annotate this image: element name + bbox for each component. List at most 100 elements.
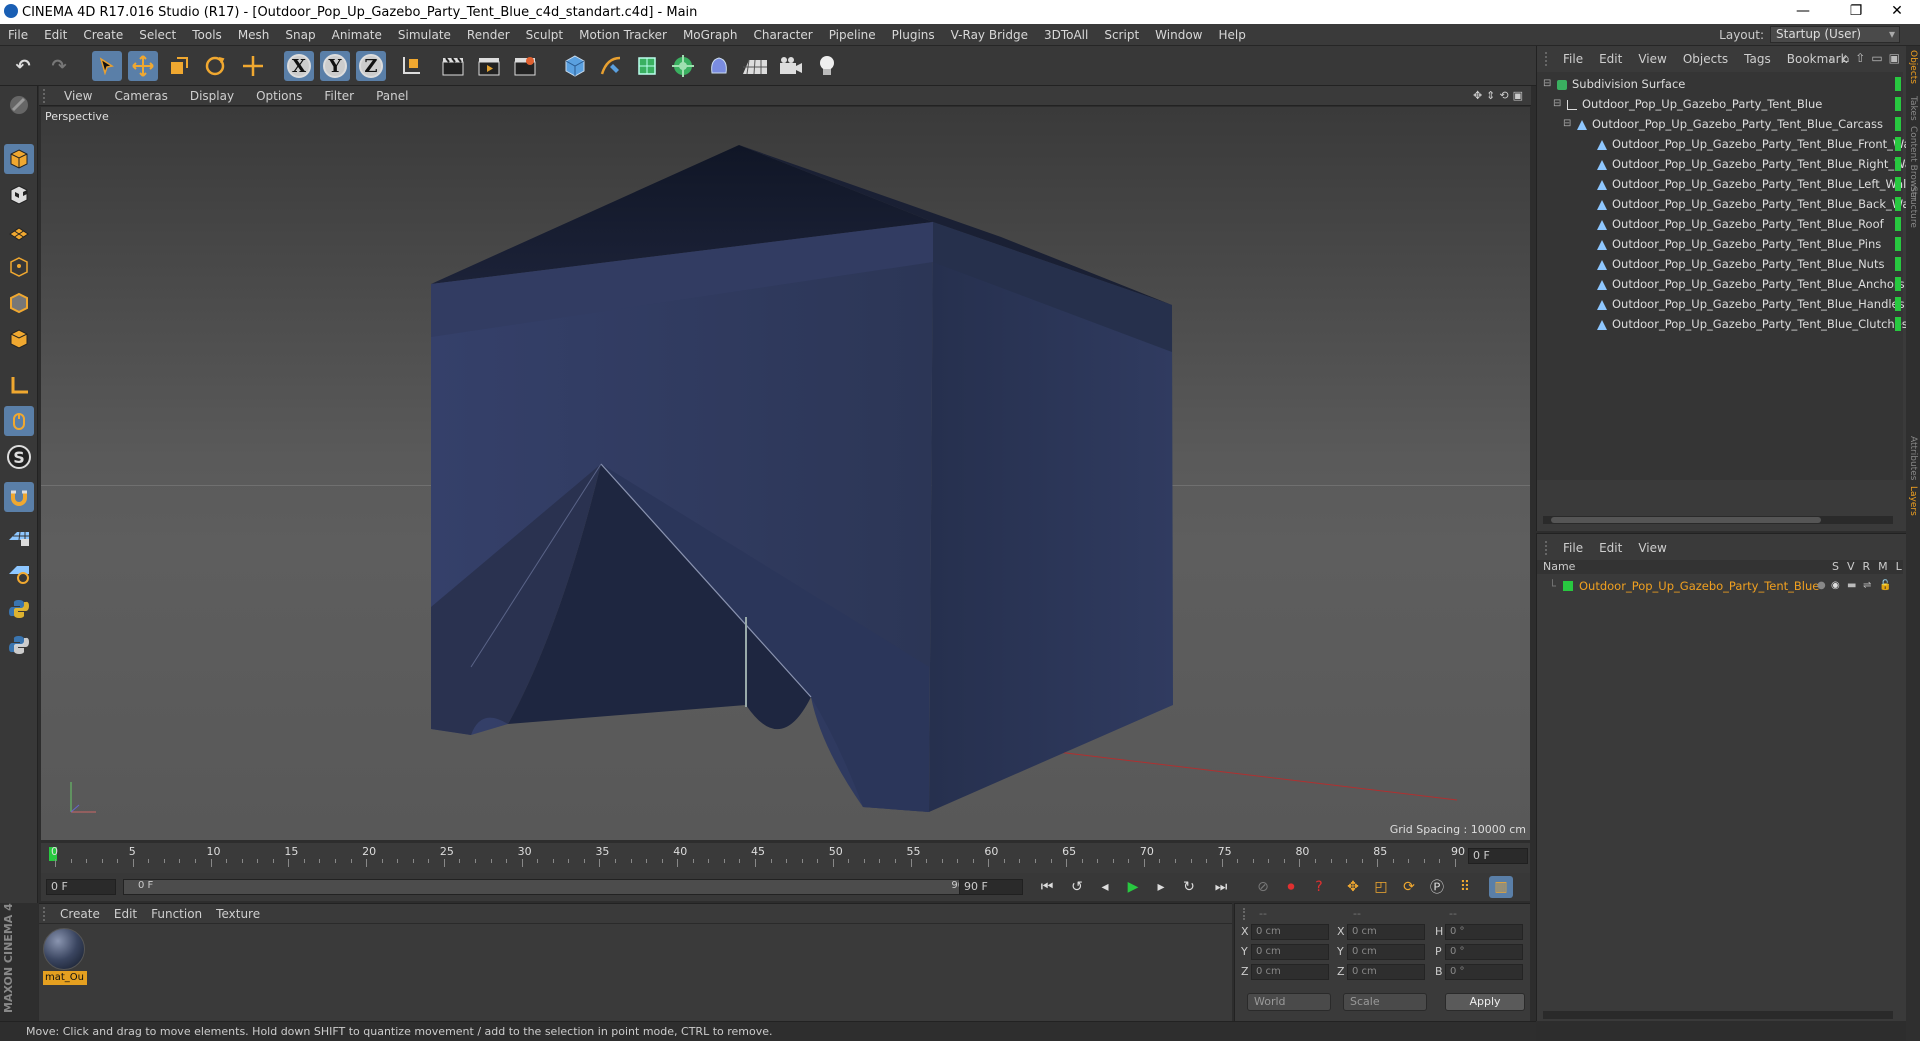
render-settings-button[interactable]	[510, 51, 540, 81]
texture-mode-button[interactable]	[4, 180, 34, 210]
menu-file[interactable]: File	[0, 28, 36, 42]
coord-rot-field[interactable]: 0 °	[1445, 924, 1523, 940]
side-tab-layers[interactable]: Layers	[1908, 486, 1918, 516]
layer-menu-view[interactable]: View	[1630, 541, 1674, 555]
prev-frame-button[interactable]: ◂	[1093, 876, 1117, 898]
object-horizontal-scrollbar[interactable]	[1543, 516, 1893, 524]
workplane-align-button[interactable]	[4, 558, 34, 588]
object-menu-edit[interactable]: Edit	[1591, 52, 1630, 66]
object-tree-row[interactable]: Outdoor_Pop_Up_Gazebo_Party_Tent_Blue_Ri…	[1537, 154, 1918, 174]
viewport-menu-filter[interactable]: Filter	[313, 89, 365, 103]
material-menu-texture[interactable]: Texture	[209, 907, 267, 921]
coordinate-system-button[interactable]	[396, 51, 426, 81]
layer-horizontal-scrollbar[interactable]	[1543, 1011, 1893, 1019]
menu-simulate[interactable]: Simulate	[390, 28, 459, 42]
menu-help[interactable]: Help	[1210, 28, 1253, 42]
object-tree-row[interactable]: Outdoor_Pop_Up_Gazebo_Party_Tent_Blue_Nu…	[1537, 254, 1903, 274]
coord-size-field[interactable]: 0 cm	[1347, 964, 1425, 980]
object-menu-file[interactable]: File	[1555, 52, 1591, 66]
select-tool-button[interactable]	[92, 51, 122, 81]
object-tree-row[interactable]: Outdoor_Pop_Up_Gazebo_Party_Tent_Blue_Ro…	[1537, 214, 1903, 234]
menu-mesh[interactable]: Mesh	[230, 28, 278, 42]
timeline-window-button[interactable]: ▥	[1489, 876, 1513, 898]
add-camera-button[interactable]	[776, 51, 806, 81]
snap-button[interactable]	[4, 482, 34, 512]
scroll-thumb[interactable]	[1551, 517, 1821, 523]
z-axis-lock-button[interactable]: Z	[356, 51, 386, 81]
layer-lock-icon[interactable]: 🔓	[1879, 576, 1891, 596]
viewport-3d[interactable]: Perspective Grid Spacing: 10000 cm	[41, 107, 1530, 840]
menu-sculpt[interactable]: Sculpt	[518, 28, 571, 42]
object-tree-row[interactable]: Outdoor_Pop_Up_Gazebo_Party_Tent_Blue_Ha…	[1537, 294, 1905, 314]
visibility-dot-icon[interactable]	[1895, 317, 1901, 331]
play-button[interactable]: ▶	[1121, 876, 1145, 898]
side-tab-attributes[interactable]: Attributes	[1908, 436, 1918, 480]
make-editable-button[interactable]	[4, 90, 34, 120]
current-frame-field[interactable]: 0 F	[1468, 848, 1528, 864]
edges-mode-button[interactable]	[4, 288, 34, 318]
object-menu-tags[interactable]: Tags	[1736, 52, 1779, 66]
material-menu-edit[interactable]: Edit	[107, 907, 144, 921]
menu-mograph[interactable]: MoGraph	[675, 28, 746, 42]
object-tree-row[interactable]: Outdoor_Pop_Up_Gazebo_Party_Tent_Blue_Fr…	[1537, 134, 1917, 154]
new-window-icon[interactable]: ▭	[1871, 51, 1882, 66]
next-frame-button[interactable]: ▸	[1149, 876, 1173, 898]
motion-record-button[interactable]: ⊘	[1251, 876, 1275, 898]
polygons-mode-button[interactable]	[4, 324, 34, 354]
object-tree-row[interactable]: Outdoor_Pop_Up_Gazebo_Party_Tent_Blue_An…	[1537, 274, 1905, 294]
up-arrow-icon[interactable]: ⇧	[1855, 51, 1865, 66]
home-icon[interactable]: ⌂	[1842, 51, 1850, 66]
viewport-menu-view[interactable]: View	[53, 89, 103, 103]
coord-rot-field[interactable]: 0 °	[1445, 964, 1523, 980]
maximize-view-icon[interactable]: ▣	[1513, 89, 1523, 102]
maximize-icon[interactable]: ▣	[1889, 51, 1900, 66]
key-pla-button[interactable]: ⠿	[1453, 876, 1477, 898]
object-menu-objects[interactable]: Objects	[1675, 52, 1736, 66]
key-param-button[interactable]: Ⓟ	[1425, 876, 1449, 898]
object-menu-view[interactable]: View	[1630, 52, 1674, 66]
visibility-dot-icon[interactable]	[1895, 277, 1901, 291]
python-script-button-2[interactable]	[4, 630, 34, 660]
coord-pos-field[interactable]: 0 cm	[1251, 964, 1329, 980]
object-tree-row[interactable]: Outdoor_Pop_Up_Gazebo_Party_Tent_Blue_Pi…	[1537, 234, 1903, 254]
add-spline-button[interactable]	[596, 51, 626, 81]
render-to-picture-viewer-button[interactable]	[474, 51, 504, 81]
menu-pipeline[interactable]: Pipeline	[821, 28, 884, 42]
python-script-button-1[interactable]	[4, 594, 34, 624]
layer-color-swatch[interactable]	[1563, 581, 1573, 591]
add-light-button[interactable]	[812, 51, 842, 81]
close-button[interactable]: ✕	[1874, 0, 1920, 24]
visibility-dot-icon[interactable]	[1895, 177, 1901, 191]
visibility-dot-icon[interactable]	[1895, 197, 1901, 211]
material-menu-create[interactable]: Create	[53, 907, 107, 921]
object-tree-row[interactable]: Outdoor_Pop_Up_Gazebo_Party_Tent_Blue_Ba…	[1537, 194, 1916, 214]
tree-expand-icon[interactable]: ⊟	[1553, 94, 1561, 114]
menu-v-ray-bridge[interactable]: V-Ray Bridge	[943, 28, 1036, 42]
visibility-dot-icon[interactable]	[1895, 157, 1901, 171]
tree-expand-icon[interactable]: ⊟	[1543, 74, 1551, 94]
minimize-button[interactable]: —	[1780, 0, 1826, 24]
side-tab-objects[interactable]: Objects	[1908, 50, 1918, 84]
material-menu-function[interactable]: Function	[144, 907, 209, 921]
menu-plugins[interactable]: Plugins	[884, 28, 943, 42]
side-tab-structure[interactable]: Structure	[1908, 186, 1918, 228]
visibility-dot-icon[interactable]	[1895, 97, 1901, 111]
layer-row[interactable]: └ Outdoor_Pop_Up_Gazebo_Party_Tent_Blue …	[1537, 576, 1903, 596]
visibility-dot-icon[interactable]	[1895, 77, 1901, 91]
menu-animate[interactable]: Animate	[324, 28, 390, 42]
visibility-dot-icon[interactable]	[1895, 137, 1901, 151]
layer-menu-file[interactable]: File	[1555, 541, 1591, 555]
object-tree-row[interactable]: Outdoor_Pop_Up_Gazebo_Party_Tent_Blue_Le…	[1537, 174, 1910, 194]
coord-space-dropdown[interactable]: World	[1247, 993, 1331, 1011]
next-key-button[interactable]: ↻	[1177, 876, 1201, 898]
go-to-end-button[interactable]: ⏭	[1209, 876, 1233, 898]
search-icon[interactable]: ⌕	[1829, 51, 1836, 66]
undo-button[interactable]: ↶	[8, 51, 38, 81]
menu-edit[interactable]: Edit	[36, 28, 75, 42]
menu-motion-tracker[interactable]: Motion Tracker	[571, 28, 675, 42]
layer-menu-edit[interactable]: Edit	[1591, 541, 1630, 555]
restore-button[interactable]: ❐	[1833, 0, 1879, 24]
y-axis-lock-button[interactable]: Y	[320, 51, 350, 81]
coord-pos-field[interactable]: 0 cm	[1251, 944, 1329, 960]
axis-mode-button[interactable]	[4, 370, 34, 400]
